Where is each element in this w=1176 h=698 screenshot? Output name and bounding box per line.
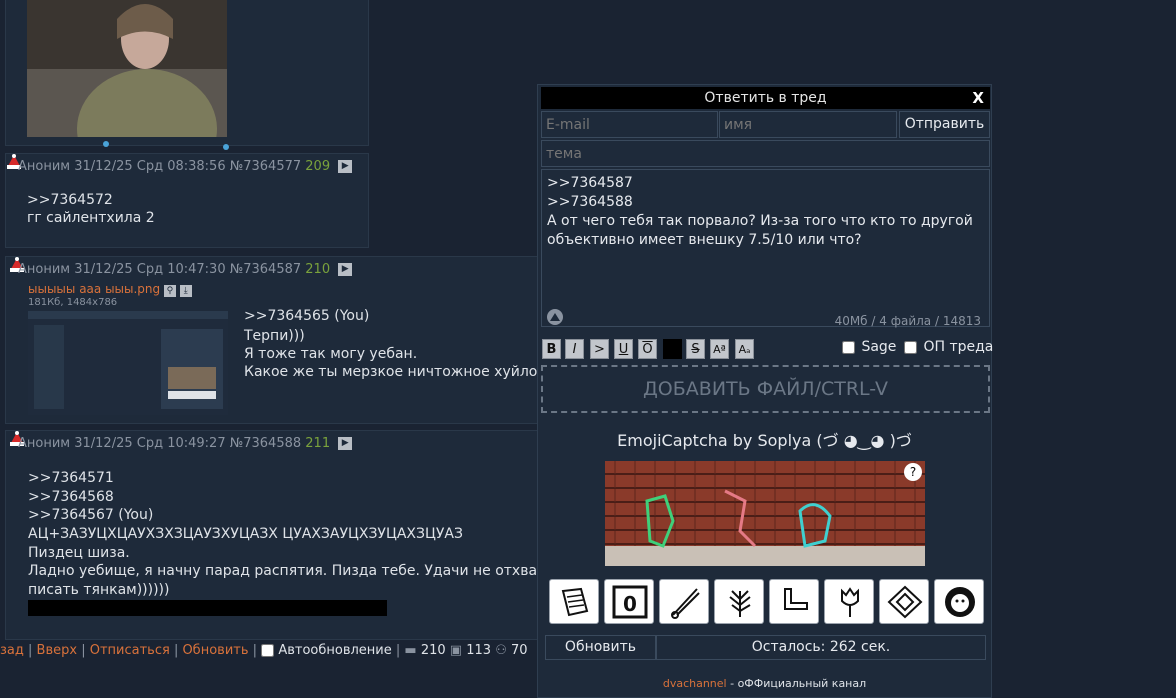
top-link[interactable]: Вверх <box>37 643 78 658</box>
file-info: ыыыыы ааа ыыы.png ⚲ ⤓ <box>28 282 192 297</box>
footer-promo: dvachannel - оФФициальный канал <box>662 677 867 690</box>
reply-form: Ответить в тред X Отправить >>7364587 >>… <box>537 84 993 698</box>
reply-link[interactable]: >>7364567 (You) <box>28 506 153 525</box>
post-photo[interactable] <box>27 0 227 137</box>
refresh-link[interactable]: Обновить <box>182 643 248 658</box>
email-field[interactable] <box>541 111 718 138</box>
post-thumbnail[interactable] <box>28 311 228 415</box>
emoji-option-tulip[interactable] <box>824 579 874 624</box>
limits-text: 40Мб / 4 файла / 14813 <box>834 314 981 328</box>
hand-icon <box>784 588 808 610</box>
emoji-option-zero[interactable]: 0 <box>604 579 654 624</box>
unsubscribe-link[interactable]: Отписаться <box>90 643 170 658</box>
autoupdate-checkbox[interactable] <box>261 644 275 657</box>
post-text: гг сайлентхила 2 <box>27 210 155 226</box>
captcha-image <box>605 461 925 566</box>
captcha-refresh-button[interactable]: Обновить <box>545 635 656 660</box>
subscript-button[interactable]: Aₐ <box>735 339 754 359</box>
post-text: АЦ+ЗАЗУЦХЦАУХЗХЗЦАУЗХУЦАЗХ ЦУАХЗАУЦХЗУЦА… <box>28 526 463 542</box>
file-meta: 181Кб, 1484x786 <box>28 297 118 308</box>
wheat-icon <box>729 590 751 617</box>
post-header: Аноним 31/12/25 Срд 08:38:56 №7364577 20… <box>18 159 353 174</box>
sage-checkbox[interactable] <box>842 340 855 354</box>
op-checkbox[interactable] <box>904 340 917 354</box>
underline-button[interactable]: U <box>614 339 633 359</box>
image-dot <box>103 141 109 147</box>
post-7364577: Аноним 31/12/25 Срд 08:38:56 №7364577 20… <box>5 153 369 248</box>
quote-button[interactable]: > <box>590 339 609 359</box>
scroll-icon <box>561 587 589 617</box>
stat-files: 113 <box>466 643 492 658</box>
back-link[interactable]: зад <box>0 643 24 658</box>
post-text: Я тоже так могу уебан. <box>244 346 418 362</box>
close-button[interactable]: X <box>972 87 984 109</box>
reply-link[interactable]: >>7364572 <box>27 191 113 210</box>
file-name-link[interactable]: ыыыыы ааа ыыы.png <box>28 282 160 296</box>
post-7364588: Аноним 31/12/25 Срд 10:49:27 №7364588 21… <box>5 430 545 640</box>
download-icon[interactable]: ⤓ <box>179 285 192 297</box>
spoiler-block[interactable] <box>28 600 387 616</box>
safety-pin-icon <box>671 588 700 619</box>
emoji-option-pin[interactable] <box>659 579 709 624</box>
play-icon[interactable]: ▶ <box>338 437 353 450</box>
op-label: ОП треда <box>923 339 994 355</box>
tulip-icon <box>841 587 859 617</box>
reply-link[interactable]: >>7364568 <box>28 488 114 507</box>
post-count: 209 <box>305 159 331 174</box>
post-header: Аноним 31/12/25 Срд 10:47:30 №7364587 21… <box>18 262 353 277</box>
emoji-option-hand[interactable] <box>769 579 819 624</box>
captcha-timer: Осталось: 262 сек. <box>656 635 986 660</box>
footer-channel-link[interactable]: dvachannel <box>663 677 727 690</box>
post-text: Какое же ты мерзкое ничтожное хуйло <box>244 364 538 380</box>
subject-field[interactable] <box>541 140 990 167</box>
message-textarea[interactable]: >>7364587 >>7364588 А от чего тебя так п… <box>541 169 990 328</box>
superscript-button[interactable]: Aª <box>710 339 729 359</box>
emoji-option-scroll[interactable] <box>549 579 599 624</box>
post-count: 210 <box>305 262 331 277</box>
play-icon[interactable]: ▶ <box>338 160 353 173</box>
op-option: ОП треда <box>904 339 993 355</box>
search-icon[interactable]: ⚲ <box>163 285 176 297</box>
diamond-icon <box>887 585 923 619</box>
sage-option: Sage <box>842 339 896 355</box>
italic-button[interactable]: I <box>565 339 584 359</box>
users-icon: ⚇ <box>495 643 507 658</box>
captcha-title: EmojiCaptcha by Soplya (づ ◕‿◕ )づ <box>617 431 912 450</box>
post-text: писать тянкам)))))) <box>28 582 170 598</box>
overline-button[interactable]: O <box>638 339 657 359</box>
svg-text:0: 0 <box>623 592 637 616</box>
emoji-option-diamond[interactable] <box>879 579 929 624</box>
stat-posts: 210 <box>420 643 446 658</box>
text-editor-icon[interactable] <box>546 308 564 326</box>
post-text: Терпи))) <box>244 328 305 344</box>
post-text: Ладно уебище, я начну парад распятия. Пи… <box>28 563 538 579</box>
reply-link[interactable]: >>7364565 (You) <box>244 307 369 326</box>
reply-link[interactable]: >>7364571 <box>28 469 114 488</box>
bold-button[interactable]: B <box>542 339 561 359</box>
emoji-option-wheat[interactable] <box>714 579 764 624</box>
strike-button[interactable]: S <box>686 339 705 359</box>
image-dot <box>223 144 229 150</box>
emoji-option-lion[interactable] <box>934 579 984 624</box>
thread-bottom-bar: зад | Вверх | Отписаться | Обновить | Ав… <box>0 643 528 658</box>
zero-key-icon: 0 <box>612 585 648 619</box>
spoiler-button[interactable] <box>663 339 682 359</box>
stat-users: 70 <box>511 643 528 658</box>
post-image-top <box>5 0 369 146</box>
submit-button[interactable]: Отправить <box>899 111 990 138</box>
reply-form-title[interactable]: Ответить в тред X <box>541 87 990 109</box>
post-7364587: Аноним 31/12/25 Срд 10:47:30 №7364587 21… <box>5 256 545 424</box>
add-file-dropzone[interactable]: ДОБАВИТЬ ФАЙЛ/CTRL-V <box>541 365 990 413</box>
lion-icon <box>945 587 975 617</box>
captcha-help-icon[interactable]: ? <box>904 463 922 481</box>
play-icon[interactable]: ▶ <box>338 263 353 276</box>
image-icon: ▣ <box>449 643 463 658</box>
sage-label: Sage <box>861 339 897 355</box>
name-field[interactable] <box>719 111 897 138</box>
autoupdate-label: Автообновление <box>278 643 392 658</box>
post-header: Аноним 31/12/25 Срд 10:49:27 №7364588 21… <box>18 436 353 451</box>
post-count: 211 <box>305 436 331 451</box>
comment-icon: ▬ <box>404 643 417 658</box>
post-text: Пиздец шиза. <box>28 545 130 561</box>
